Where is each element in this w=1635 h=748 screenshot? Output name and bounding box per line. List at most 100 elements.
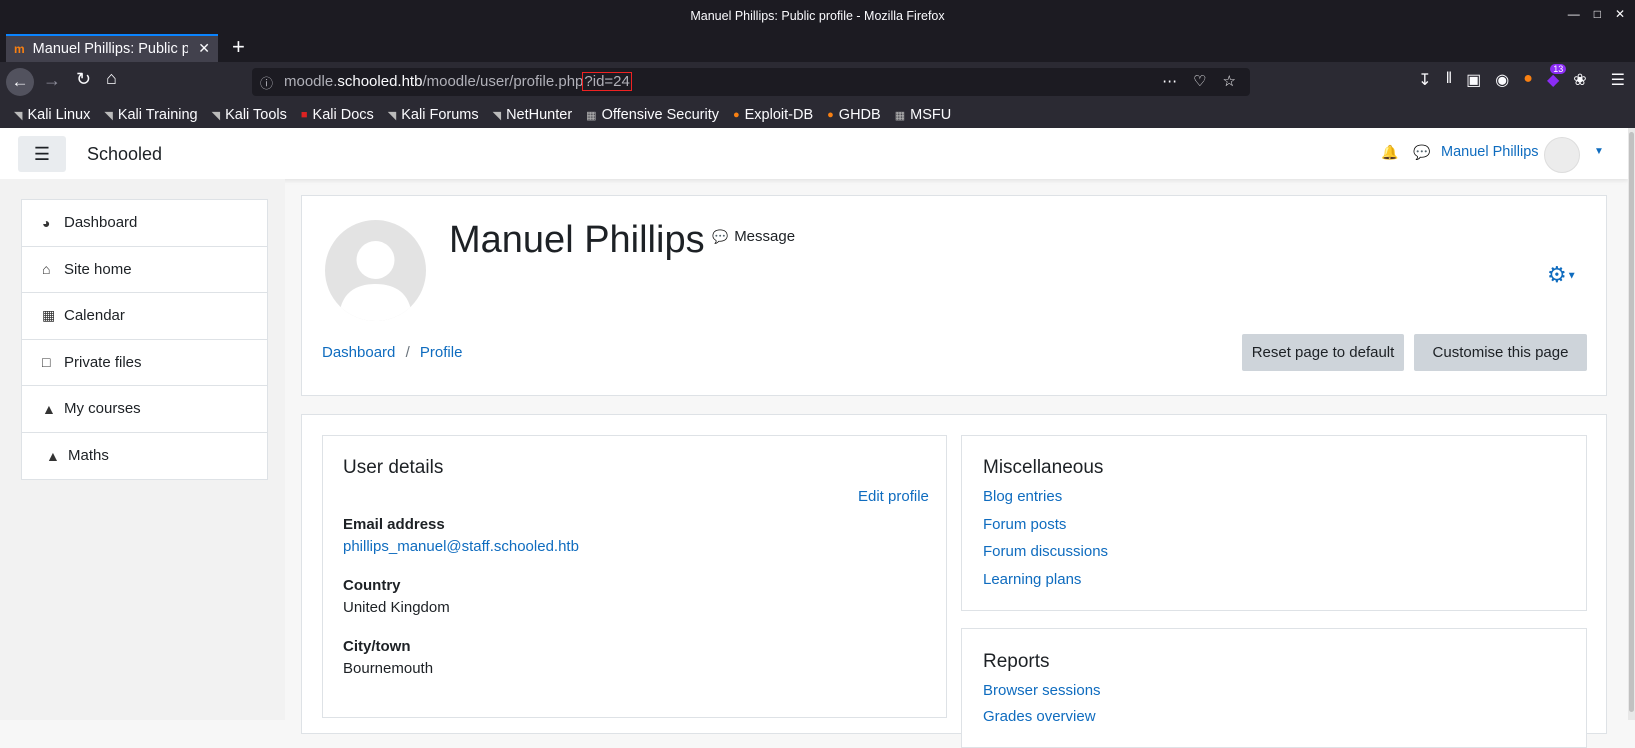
drawer-item-site-home[interactable]: ⌂ Site home	[22, 247, 267, 293]
dashboard-gauge-icon: ◕	[42, 214, 51, 231]
bookmarks-toolbar: ◥ Kali Linux ◥ Kali Training ◥ Kali Tools ■…	[0, 102, 1635, 128]
user-menu-name[interactable]: Manuel Phillips	[1441, 144, 1539, 160]
message-label: Message	[734, 228, 796, 245]
bookmark-item[interactable]: ◥ Kali Tools	[212, 107, 287, 123]
bookmark-item[interactable]: ● GHDB	[827, 107, 881, 123]
site-info-icon[interactable]: ⓘ	[260, 73, 273, 92]
chat-bubble-icon: 💬	[712, 229, 729, 244]
browser-tab-active[interactable]: m Manuel Phillips: Public profile ✕	[6, 34, 218, 62]
learning-plans-link[interactable]: Learning plans	[983, 571, 1081, 588]
notifications-bell-icon[interactable]: 🔔	[1381, 144, 1398, 161]
menu-icon[interactable]: ☰	[1611, 70, 1625, 90]
messages-chat-icon[interactable]: 💬	[1413, 144, 1430, 161]
bookmark-item[interactable]: ◥ Kali Forums	[388, 107, 479, 123]
maximize-icon[interactable]: □	[1594, 7, 1601, 21]
bookmark-item[interactable]: ◥ NetHunter	[493, 107, 573, 123]
downloads-icon[interactable]: ↧	[1418, 70, 1431, 90]
page-title: Manuel Phillips	[449, 219, 705, 261]
breadcrumb-separator: /	[405, 344, 410, 361]
close-window-icon[interactable]: ✕	[1615, 7, 1625, 21]
page-actions-icon[interactable]: ⋯	[1162, 72, 1177, 90]
scrollbar-thumb[interactable]	[1629, 132, 1634, 712]
cookie-icon[interactable]: ❀	[1573, 70, 1586, 90]
home-icon: ⌂	[42, 261, 51, 278]
country-label: Country	[343, 577, 401, 594]
drawer-item-calendar[interactable]: ▦ Calendar	[22, 293, 267, 340]
city-value: Bournemouth	[343, 660, 434, 677]
drawer-item-maths[interactable]: ▲ Maths	[22, 433, 267, 480]
drawer-item-private-files[interactable]: □ Private files	[22, 340, 267, 386]
url-text[interactable]: moodle.schooled.htb/moodle/user/profile.…	[284, 72, 632, 91]
drawer-item-my-courses[interactable]: ▲ My courses	[22, 386, 267, 433]
drawer-toggle-button[interactable]: ☰	[18, 136, 66, 172]
navigation-toolbar: ← → ↻ ⌂ ⓘ moodle.schooled.htb/moodle/use…	[0, 62, 1635, 102]
customise-page-button[interactable]: Customise this page	[1414, 334, 1587, 371]
gear-icon[interactable]: ⚙▼	[1547, 262, 1577, 288]
foxyproxy-icon[interactable]: ●	[1523, 70, 1533, 90]
forum-discussions-link[interactable]: Forum discussions	[983, 543, 1108, 560]
home-button[interactable]: ⌂	[106, 68, 117, 89]
bookmark-item[interactable]: ▦ MSFU	[895, 107, 952, 123]
blog-entries-link[interactable]: Blog entries	[983, 488, 1062, 505]
drawer-item-label: Calendar	[64, 307, 125, 325]
bookmark-label: Offensive Security	[601, 107, 719, 123]
grades-overview-link[interactable]: Grades overview	[983, 708, 1096, 725]
minimize-icon[interactable]: —	[1568, 7, 1580, 21]
url-host: schooled.htb	[337, 73, 423, 90]
bookmark-item[interactable]: ◥ Kali Linux	[14, 107, 90, 123]
user-avatar[interactable]	[1544, 137, 1580, 173]
bookmark-item[interactable]: ◥ Kali Training	[104, 107, 197, 123]
new-tab-button[interactable]: +	[232, 34, 245, 60]
reset-page-button[interactable]: Reset page to default	[1242, 334, 1404, 371]
drawer-item-label: Site home	[64, 260, 132, 278]
edit-profile-link[interactable]: Edit profile	[858, 488, 929, 505]
bookmark-item[interactable]: ● Exploit-DB	[733, 107, 813, 123]
exploit-db-icon: ●	[732, 109, 740, 121]
caret-down-icon: ▼	[1566, 270, 1577, 282]
bookmark-star-icon[interactable]: ☆	[1223, 72, 1236, 90]
drawer-item-label: Maths	[68, 447, 109, 465]
extension-badge-icon[interactable]: ◆ 13	[1547, 64, 1567, 90]
breadcrumb-profile[interactable]: Profile	[420, 344, 463, 361]
bookmark-label: MSFU	[910, 107, 952, 123]
reload-button[interactable]: ↻	[76, 69, 91, 90]
url-bar[interactable]: ⓘ moodle.schooled.htb/moodle/user/profil…	[252, 68, 1250, 96]
browser-sessions-link[interactable]: Browser sessions	[983, 682, 1101, 699]
profile-avatar	[325, 220, 426, 321]
url-subdomain: moodle.	[284, 73, 338, 90]
tab-title: Manuel Phillips: Public profile	[32, 41, 188, 57]
window-titlebar: Manuel Phillips: Public profile - Mozill…	[0, 0, 1635, 32]
drawer-item-dashboard[interactable]: ◕ Dashboard	[22, 200, 267, 247]
url-query-highlight: ?id=24	[582, 72, 632, 91]
breadcrumb-dashboard[interactable]: Dashboard	[322, 344, 395, 361]
drawer-item-label: Dashboard	[64, 214, 138, 232]
extension-badge: 13	[1550, 64, 1567, 74]
city-label: City/town	[343, 638, 411, 655]
bookmark-item[interactable]: ■ Kali Docs	[301, 107, 374, 123]
pocket-icon[interactable]: ♡	[1193, 72, 1206, 90]
bookmark-item[interactable]: ▦ Offensive Security	[586, 107, 719, 123]
bookmark-label: Kali Docs	[312, 107, 374, 123]
default-user-icon	[339, 241, 412, 321]
extension-icon[interactable]: ◉	[1495, 70, 1509, 90]
reports-title: Reports	[983, 651, 1050, 672]
back-button[interactable]: ←	[6, 68, 34, 96]
sidebar-icon[interactable]: ▣	[1466, 70, 1481, 90]
message-button[interactable]: 💬 Message	[712, 228, 795, 245]
bookmark-label: Exploit-DB	[744, 107, 814, 123]
chevron-down-icon[interactable]: ▼	[1594, 146, 1604, 157]
email-link[interactable]: phillips_manuel@staff.schooled.htb	[343, 538, 579, 555]
ghdb-icon: ●	[827, 109, 834, 121]
offsec-icon: ▦	[586, 109, 597, 122]
library-icon[interactable]: ‖	[1446, 70, 1453, 90]
site-name[interactable]: Schooled	[87, 144, 162, 165]
email-label: Email address	[343, 516, 445, 533]
msfu-icon: ▦	[894, 109, 906, 122]
forward-button[interactable]: →	[43, 70, 61, 91]
country-value: United Kingdom	[343, 599, 450, 616]
bookmark-label: Kali Linux	[27, 107, 91, 123]
drawer-item-label: My courses	[64, 400, 141, 418]
hamburger-icon: ☰	[33, 143, 51, 164]
forum-posts-link[interactable]: Forum posts	[983, 516, 1066, 533]
close-tab-icon[interactable]: ✕	[198, 40, 210, 57]
